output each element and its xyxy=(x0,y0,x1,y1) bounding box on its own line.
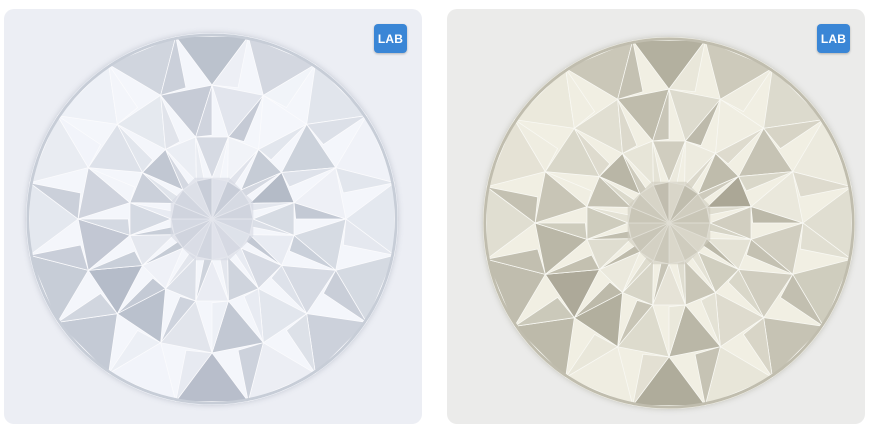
diamond-facets-svg xyxy=(26,33,398,405)
diamond-card-1[interactable]: LAB xyxy=(4,9,422,424)
lab-badge: LAB xyxy=(817,24,850,53)
diamond-card-2[interactable]: LAB xyxy=(447,9,865,424)
diamond-image xyxy=(483,37,855,409)
diamond-image xyxy=(26,33,398,405)
diamond-facets-svg xyxy=(483,37,855,409)
lab-badge: LAB xyxy=(374,24,407,53)
diamond-gallery: LAB LAB xyxy=(0,0,869,433)
